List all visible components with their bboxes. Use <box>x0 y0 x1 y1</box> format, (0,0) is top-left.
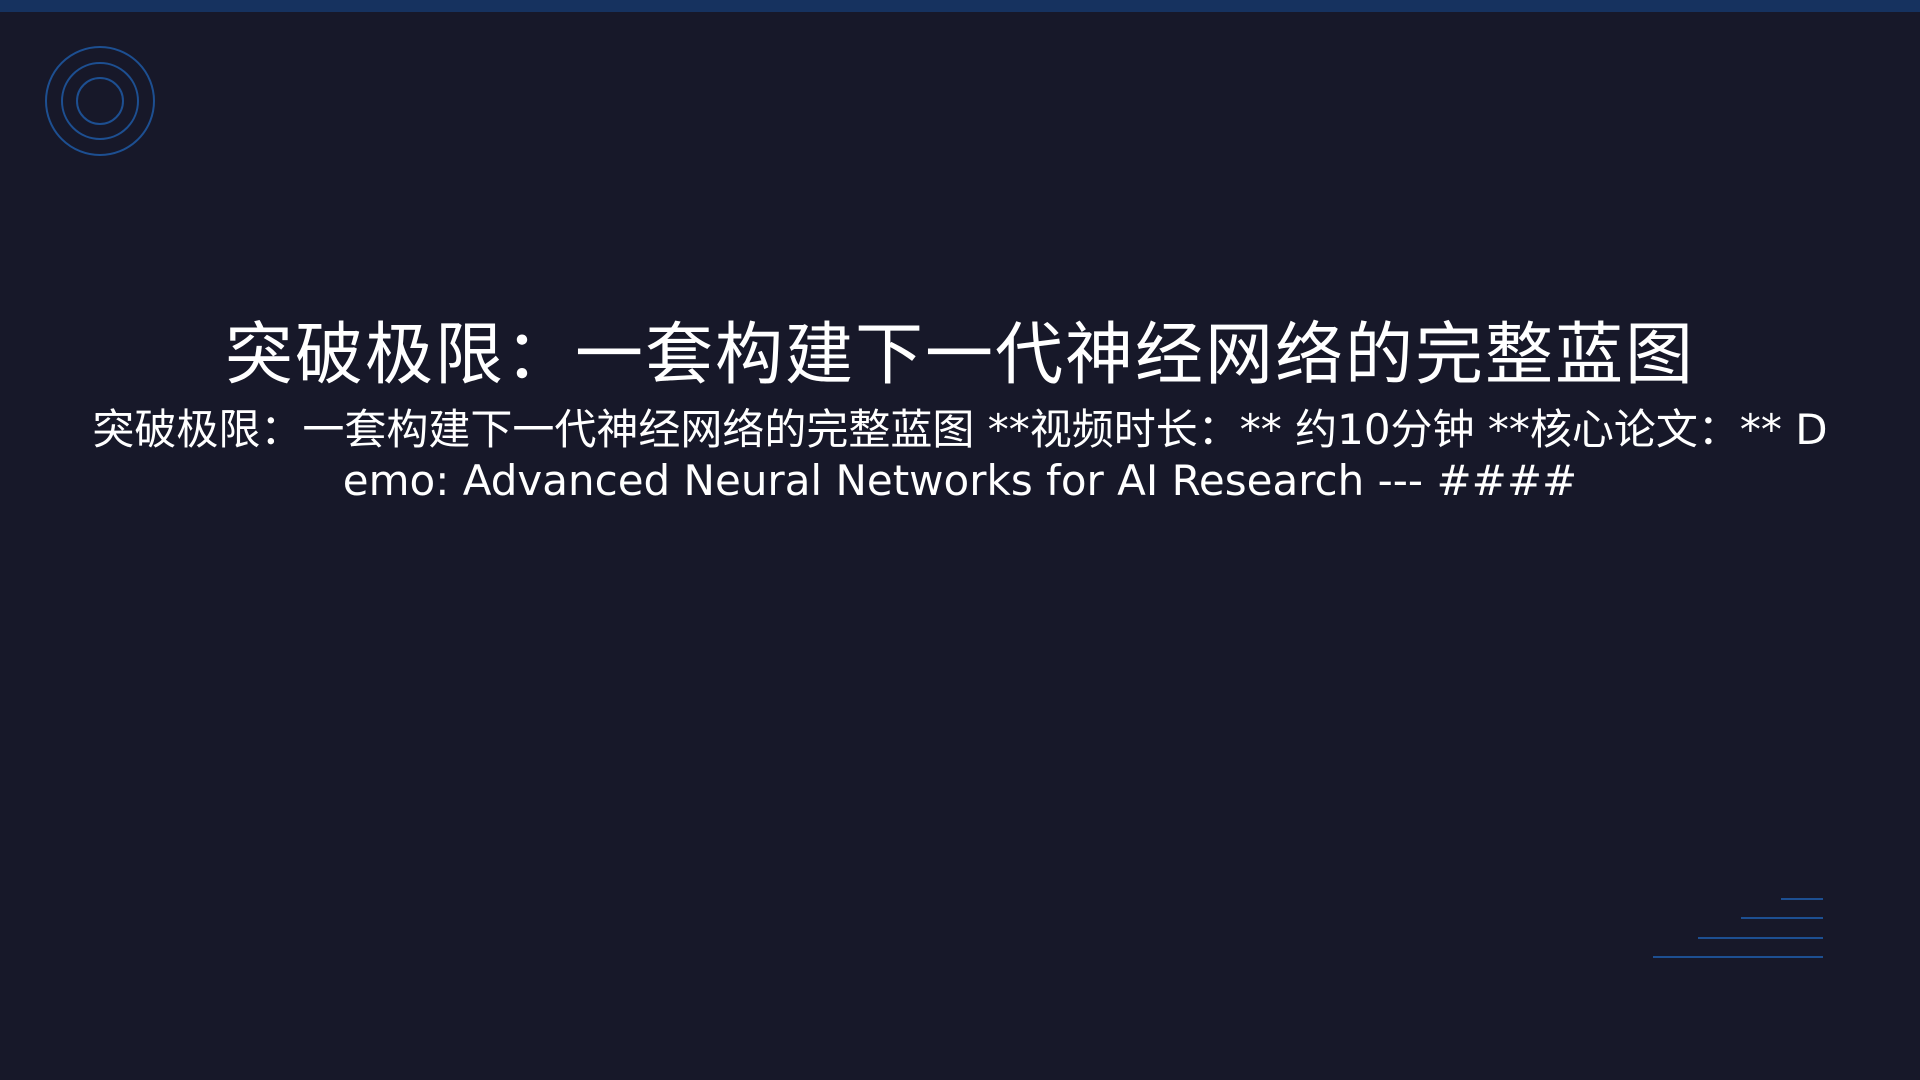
top-accent-bar <box>0 0 1920 12</box>
title-block: 突破极限：一套构建下一代神经网络的完整蓝图 突破极限：一套构建下一代神经网络的完… <box>80 308 1840 506</box>
page-title: 突破极限：一套构建下一代神经网络的完整蓝图 <box>224 316 1695 395</box>
concentric-rings-icon <box>45 46 155 156</box>
slide: 突破极限：一套构建下一代神经网络的完整蓝图 突破极限：一套构建下一代神经网络的完… <box>0 0 1920 1080</box>
stacked-lines-icon <box>1653 898 1823 958</box>
page-subtitle: 突破极限：一套构建下一代神经网络的完整蓝图 **视频时长：** 约10分钟 **… <box>92 405 1828 505</box>
